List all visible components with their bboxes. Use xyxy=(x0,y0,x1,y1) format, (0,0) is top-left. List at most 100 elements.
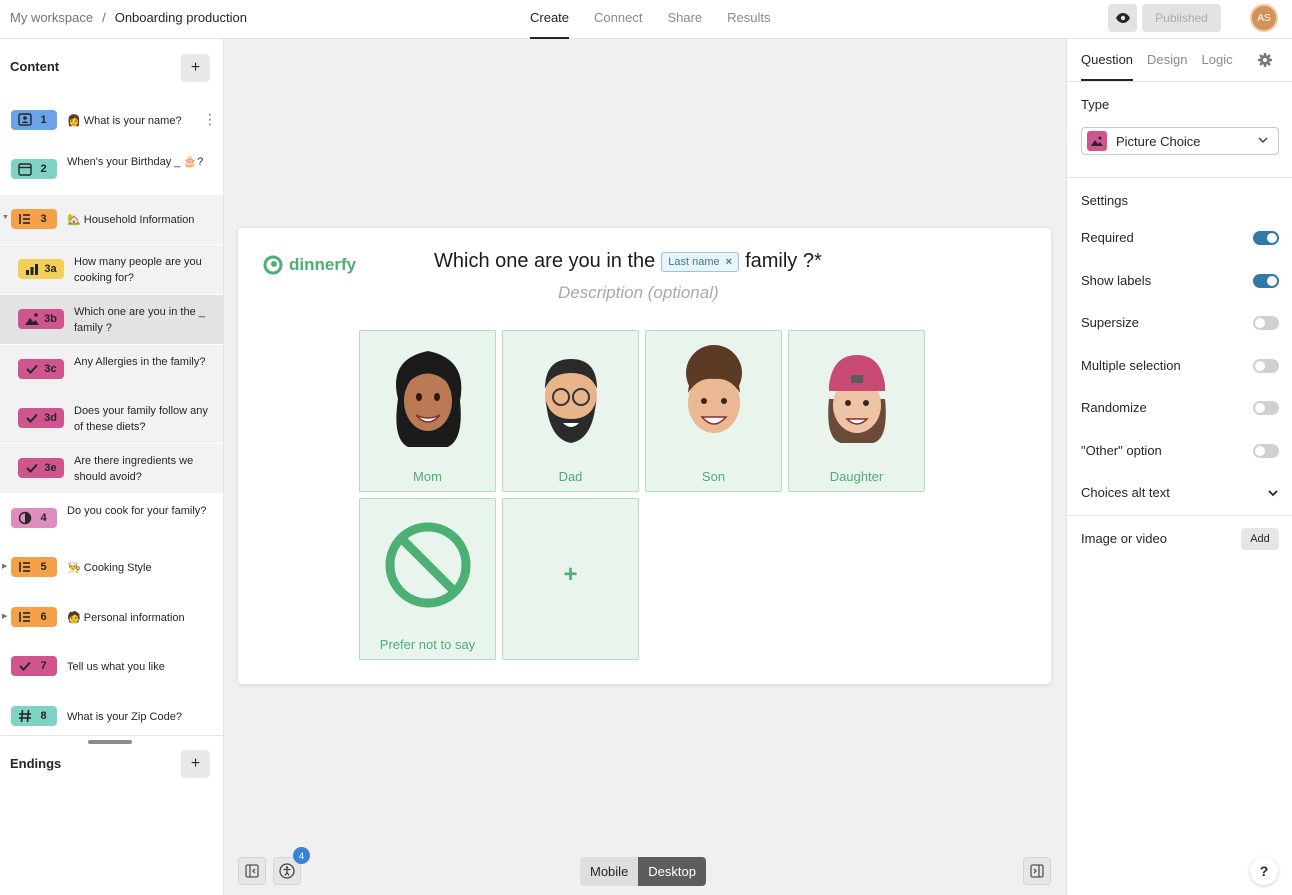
collapse-left-button[interactable] xyxy=(238,857,266,885)
add-media-button[interactable]: Add xyxy=(1241,528,1279,550)
toggle-knob xyxy=(1255,446,1265,456)
choice-card[interactable]: Dad xyxy=(502,330,639,492)
setting-toggle[interactable] xyxy=(1253,316,1279,330)
setting-toggle[interactable] xyxy=(1253,444,1279,458)
recall-tag[interactable]: Last name × xyxy=(661,251,740,272)
breadcrumb-form-name[interactable]: Onboarding production xyxy=(115,10,247,25)
toggle-knob xyxy=(1267,276,1277,286)
caret-right-icon[interactable]: ▶ xyxy=(2,612,7,620)
list-icon xyxy=(16,610,34,624)
question-number-badge: 2 xyxy=(11,159,57,179)
caret-down-icon[interactable]: ▼ xyxy=(2,214,9,221)
question-title[interactable]: Which one are you in the Last name × fam… xyxy=(434,250,822,273)
question-number: 3e xyxy=(44,462,57,474)
avatar[interactable]: AS xyxy=(1250,4,1278,32)
choice-card[interactable]: Daughter xyxy=(788,330,925,492)
question-list-item[interactable]: 5 👨‍🍳 Cooking Style ▶ xyxy=(0,543,223,592)
close-icon[interactable]: × xyxy=(726,256,732,268)
title-before: Which one are you in the xyxy=(434,250,656,272)
question-title-text: Tell us what you like xyxy=(67,661,165,673)
tab-connect[interactable]: Connect xyxy=(594,0,642,39)
question-list-item[interactable]: 3e Are there ingredients we should avoid? xyxy=(0,444,223,493)
question-number: 6 xyxy=(40,611,47,623)
setting-label: Show labels xyxy=(1081,273,1152,288)
endings-heading: Endings xyxy=(10,756,62,771)
choice-label: Son xyxy=(701,469,726,484)
divider xyxy=(0,735,223,736)
chevron-down-icon xyxy=(1258,137,1268,144)
scroll-handle[interactable] xyxy=(88,740,132,744)
question-title-text: 🏡 Household Information xyxy=(67,214,195,226)
add-content-button[interactable]: + xyxy=(181,54,210,82)
question-title-text: How many people are you cooking for? xyxy=(74,256,202,284)
collapse-right-button[interactable] xyxy=(1023,857,1051,885)
question-list-item[interactable]: 3d Does your family follow any of these d… xyxy=(0,394,223,443)
preview-button[interactable] xyxy=(1108,4,1137,32)
question-list-item[interactable]: 7 Tell us what you like xyxy=(0,642,223,691)
question-title-text: 👩 What is your name? xyxy=(67,115,182,127)
question-title-text: 👨‍🍳 Cooking Style xyxy=(67,562,152,574)
question-description[interactable]: Description (optional) xyxy=(558,283,719,303)
choice-card[interactable]: Mom xyxy=(359,330,496,492)
setting-label: "Other" option xyxy=(1081,443,1162,458)
check-icon xyxy=(16,659,34,673)
setting-toggle[interactable] xyxy=(1253,231,1279,245)
breadcrumb-workspace[interactable]: My workspace xyxy=(10,10,93,25)
choice-card[interactable]: Prefer not to say xyxy=(359,498,496,660)
tab-results[interactable]: Results xyxy=(727,0,770,39)
question-list-item[interactable]: 3a How many people are you cooking for? xyxy=(0,245,223,294)
tab-question[interactable]: Question xyxy=(1081,39,1134,81)
sidebar-collapse-icon xyxy=(245,864,259,878)
tab-share[interactable]: Share xyxy=(667,0,702,39)
question-list-item[interactable]: 2 When's your Birthday _ 🎂? xyxy=(0,145,223,194)
tab-create[interactable]: Create xyxy=(530,0,570,39)
mobile-toggle[interactable]: Mobile xyxy=(580,857,639,886)
tab-design[interactable]: Design xyxy=(1147,39,1187,81)
help-button[interactable]: ? xyxy=(1250,857,1278,885)
desktop-toggle[interactable]: Desktop xyxy=(638,857,706,886)
check-icon xyxy=(23,411,41,425)
question-title-text: Any Allergies in the family? xyxy=(74,356,206,368)
question-number: 3c xyxy=(44,363,57,375)
picture-icon xyxy=(23,312,41,326)
question-list-item[interactable]: 3b Which one are you in the _ family ? xyxy=(0,295,223,344)
question-list-item[interactable]: 6 🧑 Personal information ▶ xyxy=(0,593,223,642)
caret-right-icon[interactable]: ▶ xyxy=(2,562,7,570)
prohibited-icon xyxy=(385,522,471,608)
question-title-text: 🧑 Personal information xyxy=(67,612,185,624)
question-number-badge: 3 xyxy=(11,209,57,229)
list-icon xyxy=(16,212,34,226)
question-number: 3b xyxy=(44,313,57,325)
check-icon xyxy=(23,461,41,475)
calendar-icon xyxy=(16,162,34,176)
setting-toggle[interactable] xyxy=(1253,274,1279,288)
tab-logic[interactable]: Logic xyxy=(1202,39,1233,81)
published-button[interactable]: Published xyxy=(1142,4,1221,32)
add-ending-button[interactable]: + xyxy=(181,750,210,778)
question-list-item[interactable]: 1 👩 What is your name? ⋮ xyxy=(0,96,223,145)
setting-label: Required xyxy=(1081,230,1134,245)
choice-card[interactable]: Son xyxy=(645,330,782,492)
main-nav-tabs: Create Connect Share Results xyxy=(530,0,796,39)
question-number-badge: 7 xyxy=(11,656,57,676)
panel-tabs: Question Design Logic xyxy=(1081,39,1247,81)
question-number-badge: 5 xyxy=(11,557,57,577)
chevron-down-icon[interactable] xyxy=(1267,487,1279,499)
more-options-icon[interactable]: ⋮ xyxy=(203,111,217,128)
daughter-avatar-image xyxy=(828,355,886,443)
question-list-item[interactable]: 3 🏡 Household Information ▼ xyxy=(0,195,223,244)
recall-tag-label: Last name xyxy=(668,255,720,268)
setting-toggle[interactable] xyxy=(1253,401,1279,415)
question-list-item[interactable]: 8 What is your Zip Code? xyxy=(0,692,223,741)
contact-icon xyxy=(16,113,34,127)
question-list-item[interactable]: 4 Do you cook for your family? xyxy=(0,494,223,543)
choices-alt-text-label[interactable]: Choices alt text xyxy=(1081,485,1170,500)
setting-toggle[interactable] xyxy=(1253,359,1279,373)
question-type-select[interactable]: Picture Choice xyxy=(1081,127,1279,155)
question-number-badge: 6 xyxy=(11,607,57,627)
toggle-knob xyxy=(1255,318,1265,328)
content-heading: Content xyxy=(10,59,60,74)
question-list-item[interactable]: 3c Any Allergies in the family? xyxy=(0,345,223,394)
gear-icon[interactable] xyxy=(1257,52,1273,68)
add-choice-card[interactable]: + xyxy=(502,498,639,660)
